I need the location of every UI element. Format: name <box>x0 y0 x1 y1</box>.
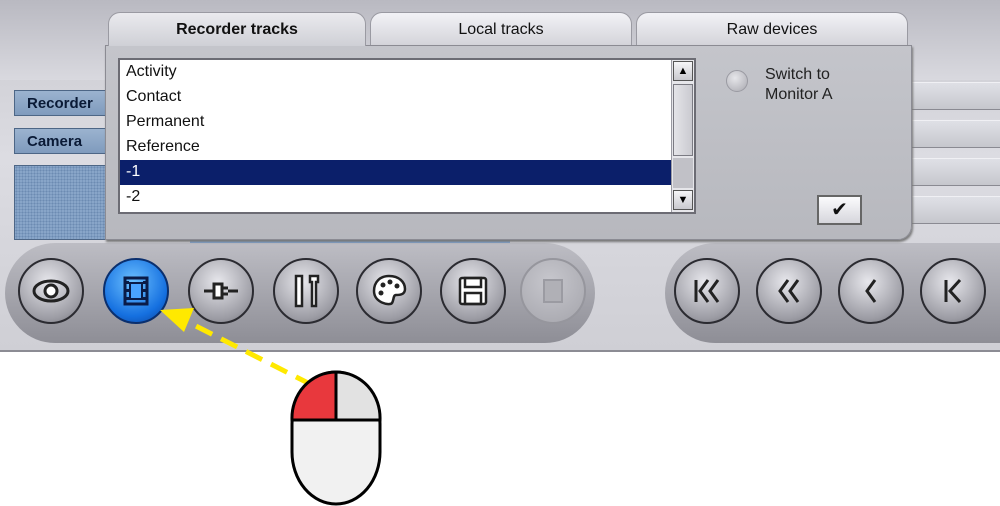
list-item-selected[interactable]: -1 <box>120 160 672 185</box>
frame-back-icon <box>944 278 962 304</box>
scroll-thumb[interactable] <box>673 84 693 156</box>
film-icon <box>123 276 149 306</box>
step-back-button[interactable] <box>838 258 904 324</box>
side-tab-recorder[interactable]: Recorder <box>14 90 106 116</box>
right-field-2 <box>905 120 1000 148</box>
plug-icon <box>204 282 238 300</box>
side-tab-camera[interactable]: Camera <box>14 128 106 154</box>
scroll-down-button[interactable]: ▼ <box>673 190 693 210</box>
palette-icon <box>372 274 407 306</box>
skip-to-start-icon <box>694 279 720 303</box>
side-panel <box>14 165 106 240</box>
switch-monitor-radio[interactable] <box>726 70 748 92</box>
skip-to-start-button[interactable] <box>674 258 740 324</box>
tab-raw-devices[interactable]: Raw devices <box>636 12 908 46</box>
disabled-button <box>520 258 586 324</box>
rewind-button[interactable] <box>756 258 822 324</box>
tab-local-tracks[interactable]: Local tracks <box>370 12 632 46</box>
list-item[interactable]: Contact <box>120 85 672 110</box>
list-item[interactable]: -2 <box>120 185 672 210</box>
rewind-icon <box>778 279 800 303</box>
mouse-icon <box>290 370 382 506</box>
track-listbox[interactable]: Activity Contact Permanent Reference -1 … <box>118 58 696 214</box>
list-item[interactable]: Permanent <box>120 110 672 135</box>
checkmark-icon: ✔ <box>831 199 848 221</box>
switch-monitor-label: Switch to Monitor A <box>765 66 833 103</box>
floppy-disk-icon <box>458 276 488 306</box>
list-item[interactable]: Activity <box>120 60 672 85</box>
tools-button[interactable] <box>273 258 339 324</box>
tab-recorder-tracks[interactable]: Recorder tracks <box>108 12 366 46</box>
plug-button[interactable] <box>188 258 254 324</box>
frame-back-button[interactable] <box>920 258 986 324</box>
app-window: Recorder Camera Recorder tracks Local tr… <box>0 0 1000 352</box>
confirm-button[interactable]: ✔ <box>817 195 862 225</box>
disabled-button-icon <box>543 279 563 303</box>
right-field-1 <box>905 82 1000 110</box>
eye-icon <box>32 279 70 303</box>
step-back-icon <box>865 279 877 303</box>
right-field-4 <box>905 196 1000 224</box>
eye-button[interactable] <box>18 258 84 324</box>
right-field-3 <box>905 158 1000 186</box>
film-button[interactable] <box>103 258 169 324</box>
palette-button[interactable] <box>356 258 422 324</box>
scroll-track[interactable] <box>673 158 693 188</box>
list-item[interactable]: Reference <box>120 135 672 160</box>
vertical-scrollbar[interactable]: ▲ ▼ <box>671 60 694 212</box>
tools-icon <box>294 274 320 308</box>
save-button[interactable] <box>440 258 506 324</box>
scroll-up-button[interactable]: ▲ <box>673 61 693 81</box>
